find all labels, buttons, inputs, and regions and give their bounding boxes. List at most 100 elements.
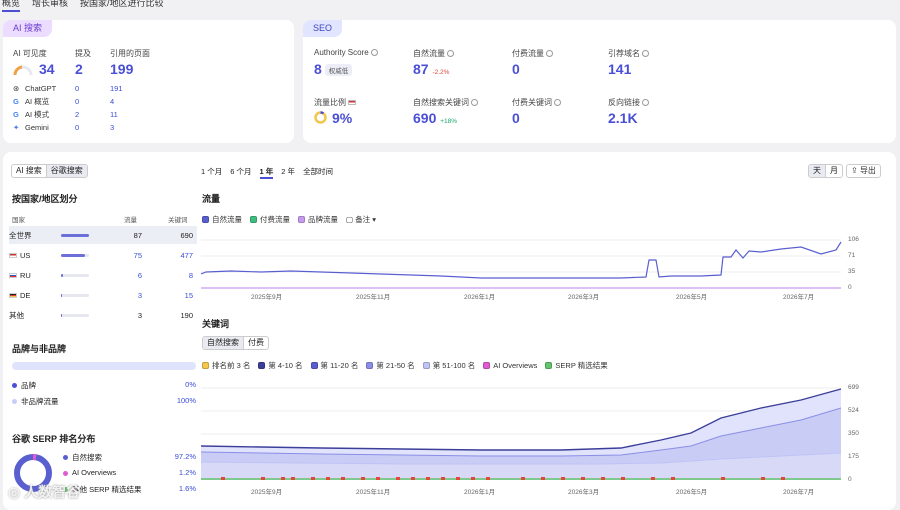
legend-item[interactable]: SERP 精选结果 bbox=[545, 360, 608, 371]
country-keywords[interactable]: 690 bbox=[180, 231, 193, 240]
info-icon bbox=[642, 50, 649, 58]
country-keywords[interactable]: 8 bbox=[189, 271, 193, 280]
kw-event-marker[interactable] bbox=[261, 477, 265, 480]
backlinks-value[interactable]: 2.1K bbox=[608, 110, 638, 126]
export-button[interactable]: ⇪ 导出 bbox=[846, 164, 881, 178]
legend-organic[interactable]: 自然流量 bbox=[202, 214, 242, 225]
serp-title: 谷歌 SERP 排名分布 bbox=[12, 434, 96, 444]
backlinks-label: 反向链接 bbox=[608, 97, 649, 108]
watermark-logo-icon: ◎ bbox=[8, 484, 21, 500]
traffic-share-label: 流量比例 bbox=[314, 97, 357, 108]
month-button[interactable]: 月 bbox=[825, 165, 842, 177]
kw-event-marker[interactable] bbox=[441, 477, 445, 480]
tab-google-search[interactable]: 谷歌搜索 bbox=[45, 165, 87, 177]
kw-event-marker[interactable] bbox=[426, 477, 430, 480]
tab-ai-search[interactable]: AI 搜索 bbox=[12, 165, 46, 177]
kw-event-marker[interactable] bbox=[486, 477, 490, 480]
y-tick-label: 35 bbox=[848, 268, 856, 275]
kw-event-marker[interactable] bbox=[221, 477, 225, 480]
kw-event-marker[interactable] bbox=[621, 477, 625, 480]
brand-row: 品牌 0% bbox=[12, 380, 196, 391]
table-row[interactable]: RU 6 8 bbox=[9, 266, 197, 284]
kw-event-marker[interactable] bbox=[341, 477, 345, 480]
info-icon bbox=[370, 49, 378, 57]
legend-item[interactable]: 第 21-50 名 bbox=[366, 360, 415, 371]
x-tick-label: 2025年9月 bbox=[251, 489, 283, 496]
x-tick-label: 2026年3月 bbox=[568, 292, 599, 301]
country-keywords[interactable]: 15 bbox=[185, 291, 193, 300]
kw-event-marker[interactable] bbox=[761, 477, 765, 480]
table-row[interactable]: DE 3 15 bbox=[9, 286, 197, 304]
kw-event-marker[interactable] bbox=[311, 477, 315, 480]
table-row[interactable]: 其他 3 190 bbox=[9, 306, 197, 324]
range-6m[interactable]: 6 个月 bbox=[230, 166, 251, 179]
legend-item[interactable]: AI Overviews bbox=[483, 360, 537, 371]
table-row[interactable]: US 75 477 bbox=[9, 246, 197, 264]
legend-paid[interactable]: 付费流量 bbox=[250, 214, 290, 225]
tab-compare-countries[interactable]: 按国家/地区进行比较 bbox=[80, 0, 164, 12]
tab-paid-kw[interactable]: 付费 bbox=[243, 337, 268, 349]
legend-brand[interactable]: 品牌流量 bbox=[298, 214, 338, 225]
kw-event-marker[interactable] bbox=[581, 477, 585, 480]
kw-event-marker[interactable] bbox=[361, 477, 365, 480]
kw-event-marker[interactable] bbox=[471, 477, 475, 480]
kw-type-toggle: 自然搜索 付费 bbox=[202, 336, 269, 350]
y-tick-label: 0 bbox=[848, 476, 852, 483]
legend-item[interactable]: 第 4-10 名 bbox=[258, 360, 303, 371]
traffic-share-value: 9% bbox=[332, 110, 353, 126]
country-traffic[interactable]: 75 bbox=[134, 251, 142, 260]
x-tick-label: 2026年3月 bbox=[568, 489, 600, 496]
legend-item[interactable]: 排名前 3 名 bbox=[202, 360, 250, 371]
kw-event-marker[interactable] bbox=[376, 477, 380, 480]
kw-event-marker[interactable] bbox=[326, 477, 330, 480]
range-2y[interactable]: 2 年 bbox=[281, 166, 295, 179]
kw-event-marker[interactable] bbox=[396, 477, 400, 480]
range-all[interactable]: 全部时间 bbox=[303, 166, 333, 179]
paid-traffic-value[interactable]: 0 bbox=[512, 61, 520, 77]
country-traffic[interactable]: 3 bbox=[138, 311, 142, 320]
paid-keywords-label: 付费关键词 bbox=[512, 97, 561, 108]
kw-event-marker[interactable] bbox=[541, 477, 545, 480]
col-traffic: 流量 bbox=[124, 217, 137, 224]
day-button[interactable]: 天 bbox=[809, 165, 825, 177]
range-1m[interactable]: 1 个月 bbox=[201, 166, 222, 179]
legend-item[interactable]: 第 51-100 名 bbox=[422, 360, 475, 371]
y-tick-label: 106 bbox=[848, 236, 859, 243]
x-tick-label: 2026年1月 bbox=[464, 292, 495, 301]
ref-domains-value[interactable]: 141 bbox=[608, 61, 631, 77]
kw-event-marker[interactable] bbox=[521, 477, 525, 480]
country-name: RU bbox=[20, 270, 31, 280]
country-keywords[interactable]: 190 bbox=[180, 311, 193, 320]
legend-item[interactable]: 第 11-20 名 bbox=[310, 360, 358, 371]
kw-event-marker[interactable] bbox=[456, 477, 460, 480]
kw-event-marker[interactable] bbox=[781, 477, 785, 480]
kw-event-marker[interactable] bbox=[281, 477, 285, 480]
country-keywords[interactable]: 477 bbox=[180, 251, 193, 260]
mentions-value[interactable]: 2 bbox=[75, 61, 83, 77]
notes-dropdown[interactable]: ▢ 备注 ▾ bbox=[346, 214, 376, 225]
paid-keywords-value[interactable]: 0 bbox=[512, 110, 520, 126]
kw-event-marker[interactable] bbox=[291, 477, 295, 480]
tab-growth-audit[interactable]: 增长审核 bbox=[32, 0, 68, 12]
tab-organic-kw[interactable]: 自然搜索 bbox=[203, 337, 243, 349]
tab-overview[interactable]: 概览 bbox=[2, 0, 21, 12]
kw-event-marker[interactable] bbox=[601, 477, 605, 480]
range-tabs: 1 个月 6 个月 1 年 2 年 全部时间 bbox=[201, 166, 333, 179]
cited-pages-value[interactable]: 199 bbox=[110, 61, 133, 77]
y-tick-label: 0 bbox=[848, 284, 852, 291]
table-row[interactable]: 全世界 87 690 bbox=[9, 226, 197, 244]
kw-event-marker[interactable] bbox=[411, 477, 415, 480]
country-name: DE bbox=[20, 290, 31, 300]
organic-keywords-value[interactable]: 690 +18% bbox=[413, 110, 457, 126]
x-tick-label: 2026年7月 bbox=[783, 489, 815, 496]
kw-event-marker[interactable] bbox=[561, 477, 565, 480]
kw-event-marker[interactable] bbox=[671, 477, 675, 480]
country-traffic[interactable]: 6 bbox=[138, 271, 142, 280]
mentions-label: 提及 bbox=[75, 49, 91, 58]
range-1y[interactable]: 1 年 bbox=[259, 166, 274, 179]
kw-event-marker[interactable] bbox=[721, 477, 725, 480]
kw-event-marker[interactable] bbox=[651, 477, 655, 480]
country-traffic[interactable]: 87 bbox=[134, 231, 142, 240]
country-traffic[interactable]: 3 bbox=[138, 291, 142, 300]
organic-traffic-value[interactable]: 87 -2.2% bbox=[413, 61, 449, 77]
